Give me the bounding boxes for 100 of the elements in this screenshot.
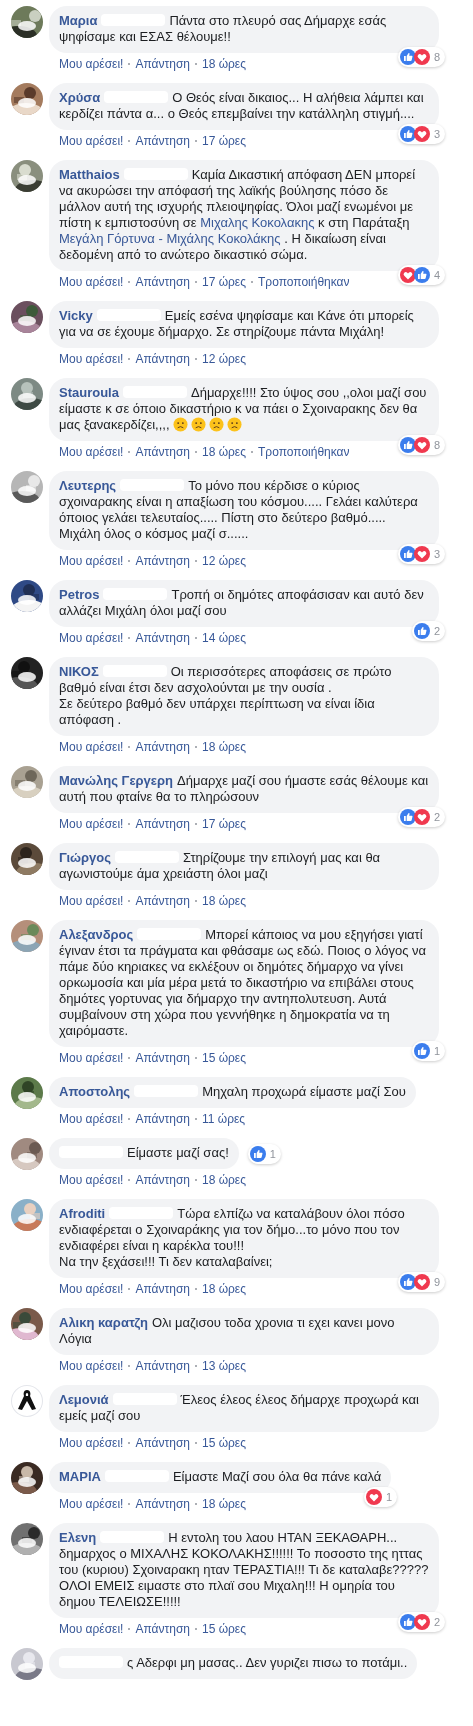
timestamp[interactable]: 18 ώρες — [202, 893, 246, 909]
author-name[interactable]: Μανώλης Γεργερη — [59, 773, 173, 788]
comment-text: ΝΙΚΟΣ Οι περισσότερες αποφάσεις σε πρώτο βαθμό είναι έτσι δεν ασχολούνται με την ουσία . Σε δεύτερο βαθμό δεν υπάρχει περίπτωση να είναι ίδια απόφαση . — [59, 664, 393, 728]
thumbs-up-icon — [413, 623, 430, 639]
comment-text: ς Αδερφι μη μασας.. Δεν γυριζει πισω το ποτάμι.. — [59, 1655, 408, 1671]
timestamp[interactable]: 18 ώρες — [202, 56, 246, 72]
reply-link[interactable]: Απάντηση — [135, 1358, 190, 1374]
timestamp[interactable]: 18 ώρες — [202, 1281, 246, 1297]
author-name[interactable]: ΝΙΚΟΣ — [59, 664, 99, 679]
reply-link[interactable]: Απάντηση — [135, 351, 190, 367]
reply-link[interactable]: Απάντηση — [135, 1621, 190, 1637]
author-name[interactable]: Χρύσα — [59, 90, 101, 105]
comment-text: Μαρια Πάντα στο πλευρό σας Δήμαρχε εσάς ψηφίσαμε και ΕΣΑΣ θέλουμε!! — [59, 13, 388, 45]
timestamp[interactable]: 18 ώρες — [202, 1172, 246, 1188]
like-link[interactable]: Μου αρέσει! — [59, 739, 124, 755]
reply-link[interactable]: Απάντηση — [135, 1111, 190, 1127]
reply-link[interactable]: Απάντηση — [135, 553, 190, 569]
thumbs-up-icon — [399, 1274, 416, 1290]
comment-text: Λεμονιά Έλεος έλεος έλεος δήμαρχε προχωρά και εμείς μαζί σου — [59, 1392, 420, 1424]
like-link[interactable]: Μου αρέσει! — [59, 1496, 124, 1512]
thumbs-up-icon — [399, 49, 416, 65]
like-link[interactable]: Μου αρέσει! — [59, 351, 124, 367]
like-link[interactable]: Μου αρέσει! — [59, 1172, 124, 1188]
frowning-face-icon — [190, 417, 206, 432]
timestamp[interactable]: 18 ώρες — [202, 444, 246, 460]
timestamp[interactable]: 12 ώρες — [202, 553, 246, 569]
like-link[interactable]: Μου αρέσει! — [59, 630, 124, 646]
reply-link[interactable]: Απάντηση — [135, 444, 190, 460]
author-name[interactable]: Λεμονιά — [59, 1392, 109, 1407]
thumbs-up-icon — [399, 437, 416, 453]
thumbs-up-icon — [413, 267, 430, 283]
ribbon-icon — [11, 1385, 43, 1417]
timestamp[interactable]: 17 ώρες — [202, 816, 246, 832]
reply-link[interactable]: Απάντηση — [135, 274, 190, 290]
thumbs-up-icon — [399, 1614, 416, 1630]
timestamp[interactable]: 14 ώρες — [202, 630, 246, 646]
thumbs-up-icon — [249, 1146, 266, 1162]
timestamp[interactable]: 11 ώρες — [202, 1111, 246, 1127]
timestamp[interactable]: 17 ώρες — [202, 133, 246, 149]
comment-text: Afroditi Τώρα ελπίζω να καταλάβουν όλοι πόσο ενδιαφέρεται ο Σχοιναράκης για τον δήμο...το μόνο που τον ενδιαφέρει είναι η καρέκλα του!!! Να την ξεχάσει!!! Τι δεν καταλαβαίνει; — [59, 1206, 406, 1270]
reply-link[interactable]: Απάντηση — [135, 1172, 190, 1188]
author-name[interactable]: Afroditi — [59, 1206, 106, 1221]
like-link[interactable]: Μου αρέσει! — [59, 444, 124, 460]
comment-text: Αποστολης Μηχαλη προχωρά είμαστε μαζί Σου — [59, 1084, 406, 1100]
timestamp[interactable]: 18 ώρες — [202, 739, 246, 755]
reply-link[interactable]: Απάντηση — [135, 1435, 190, 1451]
comment-text: Χρύσα Ο Θεός είναι δικαιος... Η αλήθεια λάμπει και κερδίζει πάντα α... ο Θεός επεμβαίνει την κατάλληλη στιγμή.... — [59, 90, 425, 122]
like-link[interactable]: Μου αρέσει! — [59, 274, 124, 290]
page-link[interactable]: Μεγάλη Γόρτυνα - Μιχάλης Κοκολάκης — [59, 231, 281, 246]
comment-text: Είμαστε μαζί σας! — [59, 1145, 229, 1161]
like-link[interactable]: Μου αρέσει! — [59, 133, 124, 149]
reply-link[interactable]: Απάντηση — [135, 1050, 190, 1066]
timestamp[interactable]: 17 ώρες — [202, 274, 246, 290]
timestamp[interactable]: 13 ώρες — [202, 1358, 246, 1374]
thumbs-up-icon — [399, 546, 416, 562]
page-link[interactable]: Μιχαλης Κοκολακης — [200, 215, 315, 230]
like-link[interactable]: Μου αρέσει! — [59, 893, 124, 909]
like-link[interactable]: Μου αρέσει! — [59, 1621, 124, 1637]
like-link[interactable]: Μου αρέσει! — [59, 1111, 124, 1127]
like-link[interactable]: Μου αρέσει! — [59, 816, 124, 832]
reply-link[interactable]: Απάντηση — [135, 56, 190, 72]
like-link[interactable]: Μου αρέσει! — [59, 1435, 124, 1451]
reply-link[interactable]: Απάντηση — [135, 630, 190, 646]
author-name[interactable]: Ελενη — [59, 1530, 97, 1545]
timestamp[interactable]: 12 ώρες — [202, 351, 246, 367]
author-name[interactable]: Μαρια — [59, 13, 98, 28]
comment-text: Ελενη Η εντολη του λαου ΗΤΑΝ ΞΕΚΑΘΑΡΗ... δημαρχος ο ΜΙΧΑΛΗΣ ΚΟΚΟΛΑΚΗΣ!!!!!! Το ποσοστο της ηττας του (κυριου) Σχοιναρακη ηταν ΤΕΡΑΣΤΙΑ!!! Τι δε καταλαβε????? ΟΛΟΙ ΕΜΕΙΣ ειμαστε στο πλαϊ σου Μιχαλη!!! Η ομηρία του δημου ΤΕΛΕΙΩΣΕ!!!!! — [59, 1530, 429, 1610]
timestamp[interactable]: 15 ώρες — [202, 1050, 246, 1066]
reply-link[interactable]: Απάντηση — [135, 893, 190, 909]
comment-text: Γιώργος Στηρίζουμε την επιλογή μας και θα αγωνιστούμε άμα χρειάστη όλοι μαζι — [59, 850, 382, 882]
author-name[interactable]: ΜΑΡΙΑ — [59, 1469, 101, 1484]
comment-text: Matthaios Καμία Δικαστική απόφαση ΔΕΝ μπορεί να ακυρώσει την απόφασή της λαϊκής βούλησης πόσο δε μάλλον αυτή της ισχυρής πλειοψηφίας. Όλοι μαζί ενωμένοι με πίστη κ εμπιστοσύνη σε Μιχαλης Κοκολακης κ στη Παράταξη Μεγάλη Γόρτυνα - Μιχάλης Κοκολάκης . Η δικαίωση είναι δεδομένη από το ανώτερο δικαστικό σώμα. — [59, 167, 417, 263]
author-name[interactable]: Λευτερης — [59, 478, 117, 493]
author-name[interactable]: Γιώργος — [59, 850, 111, 865]
timestamp[interactable]: 15 ώρες — [202, 1435, 246, 1451]
author-name[interactable]: Stauroula — [59, 385, 119, 400]
frowning-face-icon — [172, 417, 188, 432]
comment-text: Αλικη καρατζη Ολι μαζισου τοδα χρονια τι εχει κανει μονο Λόγια — [59, 1315, 396, 1347]
comment-text: ΜΑΡΙΑ Είμαστε Μαζί σου όλα θα πάνε καλά — [59, 1469, 382, 1485]
author-name[interactable]: Αποστολης — [59, 1084, 131, 1099]
timestamp[interactable]: 15 ώρες — [202, 1621, 246, 1637]
author-name[interactable]: Petros — [59, 587, 100, 602]
like-link[interactable]: Μου αρέσει! — [59, 553, 124, 569]
reply-link[interactable]: Απάντηση — [135, 133, 190, 149]
reply-link[interactable]: Απάντηση — [135, 1281, 190, 1297]
like-link[interactable]: Μου αρέσει! — [59, 1358, 124, 1374]
reply-link[interactable]: Απάντηση — [135, 739, 190, 755]
like-link[interactable]: Μου αρέσει! — [59, 1281, 124, 1297]
reply-link[interactable]: Απάντηση — [135, 1496, 190, 1512]
timestamp[interactable]: 18 ώρες — [202, 1496, 246, 1512]
like-link[interactable]: Μου αρέσει! — [59, 1050, 124, 1066]
thumbs-up-icon — [399, 126, 416, 142]
reply-link[interactable]: Απάντηση — [135, 816, 190, 832]
author-name[interactable]: Αλεξανδρος — [59, 927, 134, 942]
like-link[interactable]: Μου αρέσει! — [59, 56, 124, 72]
comment-text: Petros Τροπή οι δημότες αποφάσισαν και αυτό δεν αλλάζει Μιχάλη όλοι μαζί σου — [59, 587, 425, 619]
comment-text: Vicky Εμείς εσένα ψηφίσαμε και Κάνε ότι μπορείς για να σε έχουμε δήμαρχο. Σε στηρίζουμε πάντα Μιχάλη! — [59, 308, 415, 340]
author-name[interactable]: Matthaios — [59, 167, 120, 182]
author-name[interactable]: Vicky — [59, 308, 93, 323]
author-name[interactable]: Αλικη καρατζη — [59, 1315, 148, 1330]
